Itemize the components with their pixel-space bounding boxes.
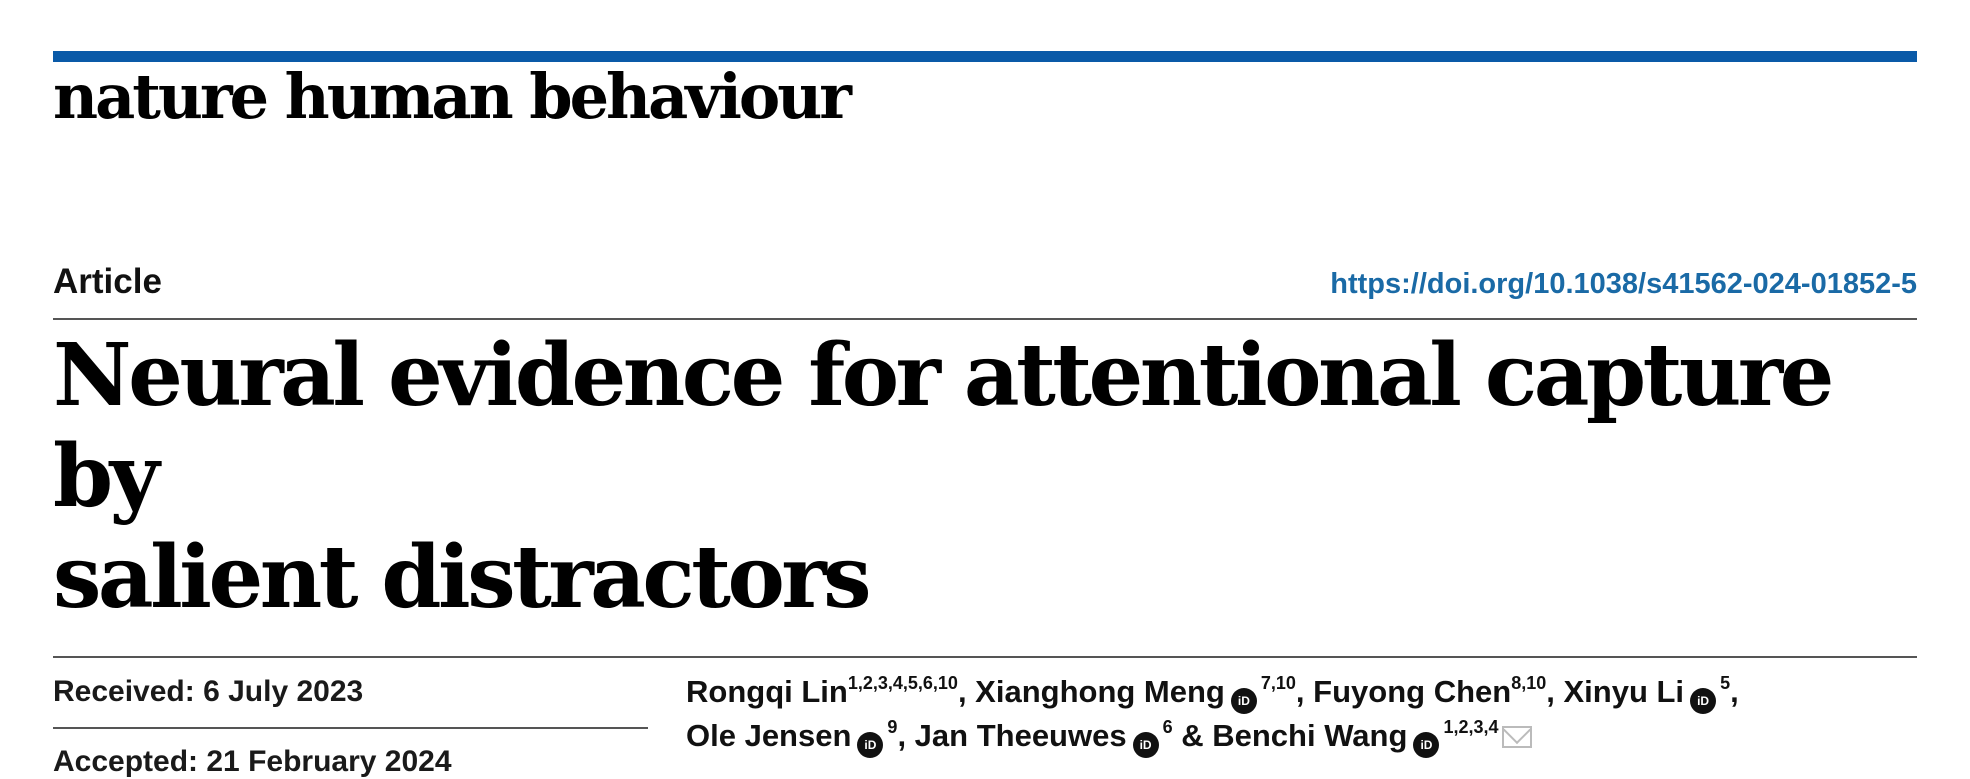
author-separator: & bbox=[1172, 718, 1213, 753]
author-affiliations: 8,10 bbox=[1511, 672, 1547, 693]
author-separator: , bbox=[1546, 674, 1564, 709]
article-type: Article bbox=[53, 262, 162, 301]
author-name[interactable]: Benchi Wang bbox=[1212, 718, 1407, 753]
author-name[interactable]: Jan Theeuwes bbox=[915, 718, 1127, 753]
meta-rule-top bbox=[53, 656, 1917, 658]
meta-divider bbox=[53, 727, 648, 729]
doi-link[interactable]: https://doi.org/10.1038/s41562-024-01852… bbox=[1330, 268, 1917, 301]
author-name[interactable]: Fuyong Chen bbox=[1313, 674, 1511, 709]
author-affiliations: 7,10 bbox=[1260, 672, 1296, 693]
author-separator: , bbox=[897, 718, 915, 753]
accepted-date: Accepted: 21 February 2024 bbox=[53, 745, 452, 778]
author-affiliations: 5 bbox=[1720, 672, 1731, 693]
orcid-icon[interactable]: iD bbox=[1413, 732, 1440, 758]
author-name[interactable]: Xinyu Li bbox=[1563, 674, 1684, 709]
email-icon[interactable] bbox=[1502, 726, 1533, 748]
orcid-icon[interactable]: iD bbox=[1132, 732, 1159, 758]
article-title: Neural evidence for attentional capture … bbox=[53, 325, 1913, 628]
author-separator: , bbox=[957, 674, 976, 709]
received-date: Received: 6 July 2023 bbox=[53, 675, 364, 708]
journal-name: nature human behaviour bbox=[53, 60, 852, 133]
author-list: Rongqi Lin1,2,3,4,5,6,10, Xianghong Meng… bbox=[686, 670, 1916, 758]
author-affiliations: 6 bbox=[1162, 716, 1173, 737]
author-name[interactable]: Xianghong Meng bbox=[975, 674, 1225, 709]
author-affiliations: 1,2,3,4,5,6,10 bbox=[847, 672, 958, 693]
author-affiliations: 9 bbox=[887, 716, 898, 737]
author-name[interactable]: Rongqi Lin bbox=[686, 674, 848, 709]
orcid-icon[interactable]: iD bbox=[1230, 688, 1257, 714]
header-rule bbox=[53, 318, 1917, 320]
author-separator: , bbox=[1730, 674, 1739, 709]
author-name[interactable]: Ole Jensen bbox=[686, 718, 851, 753]
author-separator: , bbox=[1295, 674, 1314, 709]
author-affiliations: 1,2,3,4 bbox=[1443, 716, 1499, 737]
title-line-2: salient distractors bbox=[53, 527, 872, 628]
title-line-1: Neural evidence for attentional capture … bbox=[53, 325, 1834, 527]
orcid-icon[interactable]: iD bbox=[1690, 688, 1717, 714]
orcid-icon[interactable]: iD bbox=[857, 732, 884, 758]
